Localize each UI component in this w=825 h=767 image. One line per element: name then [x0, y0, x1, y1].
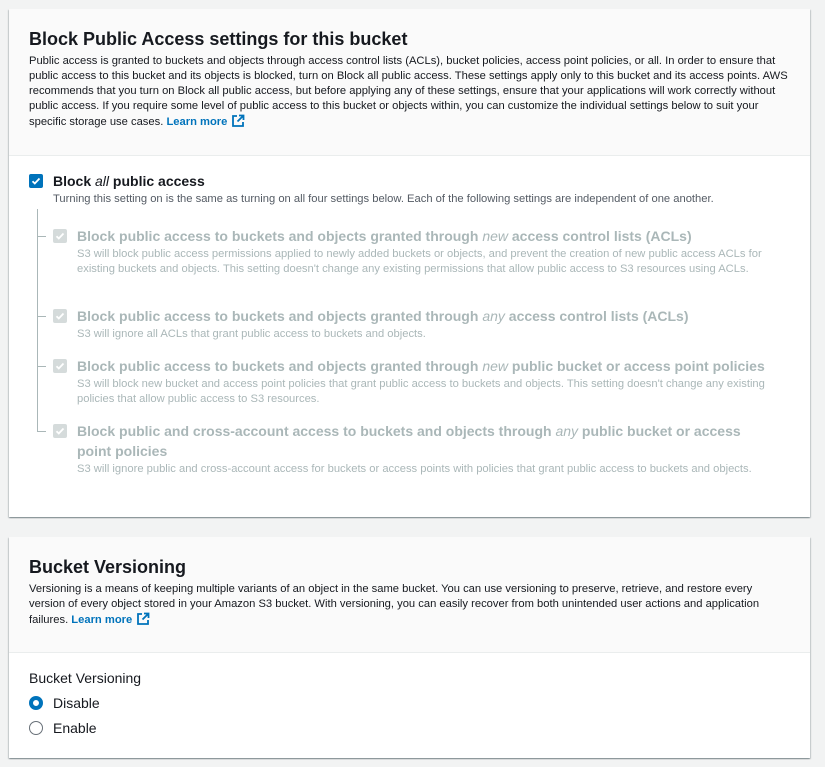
- bucket-versioning-description: Versioning is a means of keeping multipl…: [29, 582, 790, 628]
- tree-connector-branch: [37, 236, 46, 237]
- check-icon: [31, 177, 41, 185]
- block-all-public-access-checkbox[interactable]: [29, 174, 43, 188]
- bucket-versioning-title: Bucket Versioning: [29, 557, 187, 577]
- block-new-policies-label[interactable]: Block public access to buckets and objec…: [77, 356, 777, 376]
- option-title-pre: Block public access to buckets and objec…: [77, 358, 483, 374]
- bucket-versioning-field-label: Bucket Versioning: [29, 670, 142, 686]
- master-label-pre: Block: [53, 173, 96, 189]
- versioning-disable-radio[interactable]: [29, 696, 43, 710]
- block-new-policies-checkbox[interactable]: [53, 359, 67, 373]
- block-all-public-access-label[interactable]: Block all public access: [53, 172, 205, 190]
- versioning-enable-radio[interactable]: [29, 721, 43, 735]
- tree-connector-vertical: [37, 209, 38, 431]
- external-link-icon: [232, 114, 245, 127]
- block-public-access-description: Public access is granted to buckets and …: [29, 54, 790, 130]
- external-link-icon: [137, 612, 150, 625]
- block-public-access-panel: Block Public Access settings for this bu…: [9, 9, 810, 517]
- block-public-access-title: Block Public Access settings for this bu…: [29, 29, 408, 49]
- option-title-em: any: [555, 423, 579, 439]
- check-icon: [55, 312, 65, 320]
- versioning-enable-label[interactable]: Enable: [53, 719, 97, 737]
- check-icon: [55, 427, 65, 435]
- option-title-post: public bucket or access point policies: [508, 358, 765, 374]
- block-cross-account-checkbox[interactable]: [53, 424, 67, 438]
- tree-connector-branch: [37, 366, 46, 367]
- block-cross-account-label[interactable]: Block public and cross-account access to…: [77, 421, 777, 461]
- option-title-em: any: [482, 308, 505, 324]
- option-title-post: access control lists (ACLs): [504, 308, 689, 324]
- option-title-pre: Block public access to buckets and objec…: [77, 228, 483, 244]
- tree-connector-branch: [37, 316, 46, 317]
- block-any-acls-label[interactable]: Block public access to buckets and objec…: [77, 306, 777, 326]
- block-public-access-header: Block Public Access settings for this bu…: [9, 9, 810, 156]
- bucket-versioning-panel: Bucket Versioning Versioning is a means …: [9, 537, 810, 758]
- block-all-public-access-description: Turning this setting on is the same as t…: [53, 193, 714, 205]
- block-public-access-learn-more-link[interactable]: Learn more: [166, 114, 245, 128]
- versioning-disable-label[interactable]: Disable: [53, 694, 100, 712]
- option-title-pre: Block public access to buckets and objec…: [77, 308, 483, 324]
- block-new-acls-description: S3 will block public access permissions …: [77, 248, 762, 275]
- block-new-policies-description: S3 will block new bucket and access poin…: [77, 378, 765, 405]
- tree-connector-branch: [37, 431, 46, 432]
- option-title-pre: Block public and cross-account access to…: [77, 423, 556, 439]
- master-label-post: public access: [109, 173, 205, 189]
- option-title-em: new: [482, 358, 508, 374]
- block-any-acls-checkbox[interactable]: [53, 309, 67, 323]
- bucket-versioning-header: Bucket Versioning Versioning is a means …: [9, 537, 810, 653]
- block-new-acls-checkbox[interactable]: [53, 229, 67, 243]
- block-public-access-description-text: Public access is granted to buckets and …: [29, 55, 788, 128]
- block-cross-account-description: S3 will ignore public and cross-account …: [77, 463, 752, 475]
- check-icon: [55, 362, 65, 370]
- option-title-post: access control lists (ACLs): [508, 228, 692, 244]
- check-icon: [55, 232, 65, 240]
- bucket-versioning-learn-more-link[interactable]: Learn more: [71, 612, 150, 626]
- option-title-em: new: [482, 228, 508, 244]
- block-new-acls-label[interactable]: Block public access to buckets and objec…: [77, 226, 777, 246]
- learn-more-label: Learn more: [166, 116, 228, 128]
- learn-more-label: Learn more: [71, 614, 133, 626]
- block-any-acls-description: S3 will ignore all ACLs that grant publi…: [77, 328, 426, 340]
- master-label-em: all: [95, 173, 110, 189]
